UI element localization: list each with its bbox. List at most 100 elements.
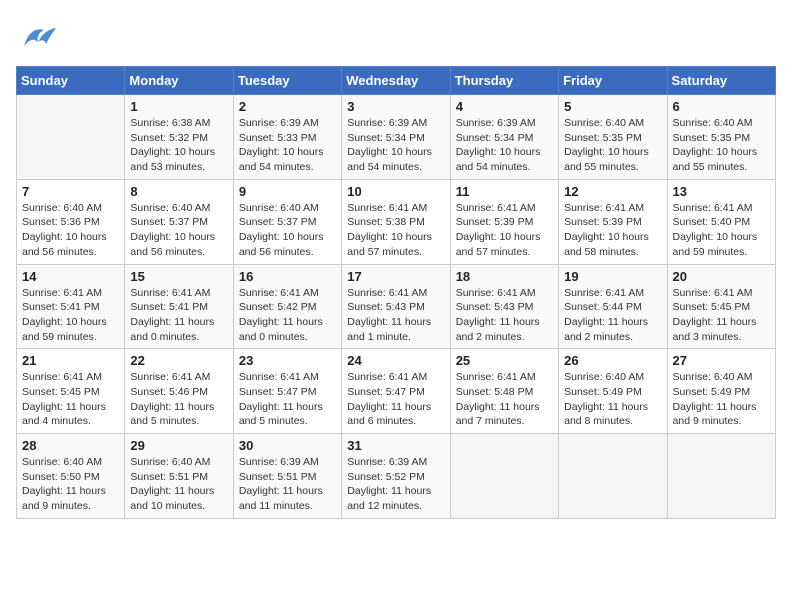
- calendar-cell: 11 Sunrise: 6:41 AM Sunset: 5:39 PM Dayli…: [450, 179, 558, 264]
- day-number: 16: [239, 269, 336, 284]
- calendar-cell: 1 Sunrise: 6:38 AM Sunset: 5:32 PM Daylig…: [125, 95, 233, 180]
- day-number: 10: [347, 184, 444, 199]
- calendar-cell: 26 Sunrise: 6:40 AM Sunset: 5:49 PM Dayli…: [559, 349, 667, 434]
- day-info: Sunrise: 6:41 AM Sunset: 5:39 PM Dayligh…: [564, 201, 661, 260]
- day-number: 31: [347, 438, 444, 453]
- day-number: 3: [347, 99, 444, 114]
- day-info: Sunrise: 6:39 AM Sunset: 5:34 PM Dayligh…: [347, 116, 444, 175]
- calendar-cell: 10Sunrise: 6:41 AM Sunset: 5:38 PM Dayli…: [342, 179, 450, 264]
- day-info: Sunrise: 6:41 AM Sunset: 5:45 PM Dayligh…: [673, 286, 770, 345]
- day-info: Sunrise: 6:41 AM Sunset: 5:45 PM Dayligh…: [22, 370, 119, 429]
- calendar-cell: 31Sunrise: 6:39 AM Sunset: 5:52 PM Dayli…: [342, 434, 450, 519]
- day-number: 22: [130, 353, 227, 368]
- calendar-cell: 3 Sunrise: 6:39 AM Sunset: 5:34 PM Daylig…: [342, 95, 450, 180]
- day-info: Sunrise: 6:41 AM Sunset: 5:43 PM Dayligh…: [456, 286, 553, 345]
- day-number: 11: [456, 184, 553, 199]
- logo-icon: [16, 16, 60, 60]
- calendar-cell: 12 Sunrise: 6:41 AM Sunset: 5:39 PM Dayli…: [559, 179, 667, 264]
- day-number: 14: [22, 269, 119, 284]
- calendar-cell: 15 Sunrise: 6:41 AM Sunset: 5:41 PM Dayli…: [125, 264, 233, 349]
- day-info: Sunrise: 6:38 AM Sunset: 5:32 PM Dayligh…: [130, 116, 227, 175]
- day-number: 7: [22, 184, 119, 199]
- calendar-cell: [559, 434, 667, 519]
- day-info: Sunrise: 6:40 AM Sunset: 5:37 PM Dayligh…: [130, 201, 227, 260]
- calendar-cell: 28Sunrise: 6:40 AM Sunset: 5:50 PM Dayli…: [17, 434, 125, 519]
- day-number: 25: [456, 353, 553, 368]
- day-info: Sunrise: 6:41 AM Sunset: 5:41 PM Dayligh…: [22, 286, 119, 345]
- day-number: 2: [239, 99, 336, 114]
- calendar-cell: 23Sunrise: 6:41 AM Sunset: 5:47 PM Dayli…: [233, 349, 341, 434]
- calendar-week-5: 28Sunrise: 6:40 AM Sunset: 5:50 PM Dayli…: [17, 434, 776, 519]
- calendar-header-friday: Friday: [559, 67, 667, 95]
- calendar-header-monday: Monday: [125, 67, 233, 95]
- calendar-cell: 20 Sunrise: 6:41 AM Sunset: 5:45 PM Dayli…: [667, 264, 775, 349]
- calendar-cell: [450, 434, 558, 519]
- calendar-cell: 7 Sunrise: 6:40 AM Sunset: 5:36 PM Daylig…: [17, 179, 125, 264]
- day-info: Sunrise: 6:40 AM Sunset: 5:51 PM Dayligh…: [130, 455, 227, 514]
- calendar-cell: 25 Sunrise: 6:41 AM Sunset: 5:48 PM Dayli…: [450, 349, 558, 434]
- day-info: Sunrise: 6:40 AM Sunset: 5:35 PM Dayligh…: [673, 116, 770, 175]
- calendar-week-2: 7 Sunrise: 6:40 AM Sunset: 5:36 PM Daylig…: [17, 179, 776, 264]
- calendar-header-sunday: Sunday: [17, 67, 125, 95]
- calendar-cell: 24 Sunrise: 6:41 AM Sunset: 5:47 PM Dayli…: [342, 349, 450, 434]
- day-info: Sunrise: 6:40 AM Sunset: 5:35 PM Dayligh…: [564, 116, 661, 175]
- day-number: 18: [456, 269, 553, 284]
- day-number: 21: [22, 353, 119, 368]
- calendar-header-tuesday: Tuesday: [233, 67, 341, 95]
- day-number: 23: [239, 353, 336, 368]
- calendar-table: SundayMondayTuesdayWednesdayThursdayFrid…: [16, 66, 776, 519]
- calendar-cell: 2 Sunrise: 6:39 AM Sunset: 5:33 PM Daylig…: [233, 95, 341, 180]
- calendar-cell: 22 Sunrise: 6:41 AM Sunset: 5:46 PM Dayli…: [125, 349, 233, 434]
- calendar-cell: 21 Sunrise: 6:41 AM Sunset: 5:45 PM Dayli…: [17, 349, 125, 434]
- day-info: Sunrise: 6:41 AM Sunset: 5:47 PM Dayligh…: [347, 370, 444, 429]
- day-info: Sunrise: 6:39 AM Sunset: 5:33 PM Dayligh…: [239, 116, 336, 175]
- day-info: Sunrise: 6:40 AM Sunset: 5:49 PM Dayligh…: [673, 370, 770, 429]
- calendar-cell: 29Sunrise: 6:40 AM Sunset: 5:51 PM Dayli…: [125, 434, 233, 519]
- calendar-cell: 18 Sunrise: 6:41 AM Sunset: 5:43 PM Dayli…: [450, 264, 558, 349]
- calendar-cell: 5 Sunrise: 6:40 AM Sunset: 5:35 PM Daylig…: [559, 95, 667, 180]
- day-number: 13: [673, 184, 770, 199]
- day-info: Sunrise: 6:41 AM Sunset: 5:39 PM Dayligh…: [456, 201, 553, 260]
- calendar-cell: 13 Sunrise: 6:41 AM Sunset: 5:40 PM Dayli…: [667, 179, 775, 264]
- day-info: Sunrise: 6:39 AM Sunset: 5:51 PM Dayligh…: [239, 455, 336, 514]
- day-info: Sunrise: 6:41 AM Sunset: 5:46 PM Dayligh…: [130, 370, 227, 429]
- calendar-week-3: 14 Sunrise: 6:41 AM Sunset: 5:41 PM Dayli…: [17, 264, 776, 349]
- calendar-cell: 19 Sunrise: 6:41 AM Sunset: 5:44 PM Dayli…: [559, 264, 667, 349]
- calendar-cell: 17Sunrise: 6:41 AM Sunset: 5:43 PM Dayli…: [342, 264, 450, 349]
- logo: [16, 16, 64, 60]
- day-info: Sunrise: 6:41 AM Sunset: 5:48 PM Dayligh…: [456, 370, 553, 429]
- calendar-cell: 27 Sunrise: 6:40 AM Sunset: 5:49 PM Dayli…: [667, 349, 775, 434]
- day-number: 20: [673, 269, 770, 284]
- day-number: 15: [130, 269, 227, 284]
- day-number: 5: [564, 99, 661, 114]
- day-info: Sunrise: 6:41 AM Sunset: 5:41 PM Dayligh…: [130, 286, 227, 345]
- day-number: 1: [130, 99, 227, 114]
- day-number: 28: [22, 438, 119, 453]
- day-number: 27: [673, 353, 770, 368]
- calendar-cell: 8Sunrise: 6:40 AM Sunset: 5:37 PM Daylig…: [125, 179, 233, 264]
- day-number: 17: [347, 269, 444, 284]
- day-info: Sunrise: 6:41 AM Sunset: 5:44 PM Dayligh…: [564, 286, 661, 345]
- calendar-header-wednesday: Wednesday: [342, 67, 450, 95]
- day-number: 24: [347, 353, 444, 368]
- calendar-cell: 16Sunrise: 6:41 AM Sunset: 5:42 PM Dayli…: [233, 264, 341, 349]
- day-info: Sunrise: 6:39 AM Sunset: 5:34 PM Dayligh…: [456, 116, 553, 175]
- day-number: 30: [239, 438, 336, 453]
- calendar-week-1: 1 Sunrise: 6:38 AM Sunset: 5:32 PM Daylig…: [17, 95, 776, 180]
- day-number: 9: [239, 184, 336, 199]
- page-header: [16, 16, 776, 60]
- calendar-cell: 9Sunrise: 6:40 AM Sunset: 5:37 PM Daylig…: [233, 179, 341, 264]
- calendar-cell: [17, 95, 125, 180]
- day-number: 19: [564, 269, 661, 284]
- calendar-header-thursday: Thursday: [450, 67, 558, 95]
- day-number: 26: [564, 353, 661, 368]
- calendar-cell: 6Sunrise: 6:40 AM Sunset: 5:35 PM Daylig…: [667, 95, 775, 180]
- calendar-header-saturday: Saturday: [667, 67, 775, 95]
- calendar-cell: 14 Sunrise: 6:41 AM Sunset: 5:41 PM Dayli…: [17, 264, 125, 349]
- calendar-header-row: SundayMondayTuesdayWednesdayThursdayFrid…: [17, 67, 776, 95]
- day-info: Sunrise: 6:40 AM Sunset: 5:49 PM Dayligh…: [564, 370, 661, 429]
- day-info: Sunrise: 6:40 AM Sunset: 5:36 PM Dayligh…: [22, 201, 119, 260]
- day-info: Sunrise: 6:41 AM Sunset: 5:40 PM Dayligh…: [673, 201, 770, 260]
- day-number: 12: [564, 184, 661, 199]
- calendar-cell: [667, 434, 775, 519]
